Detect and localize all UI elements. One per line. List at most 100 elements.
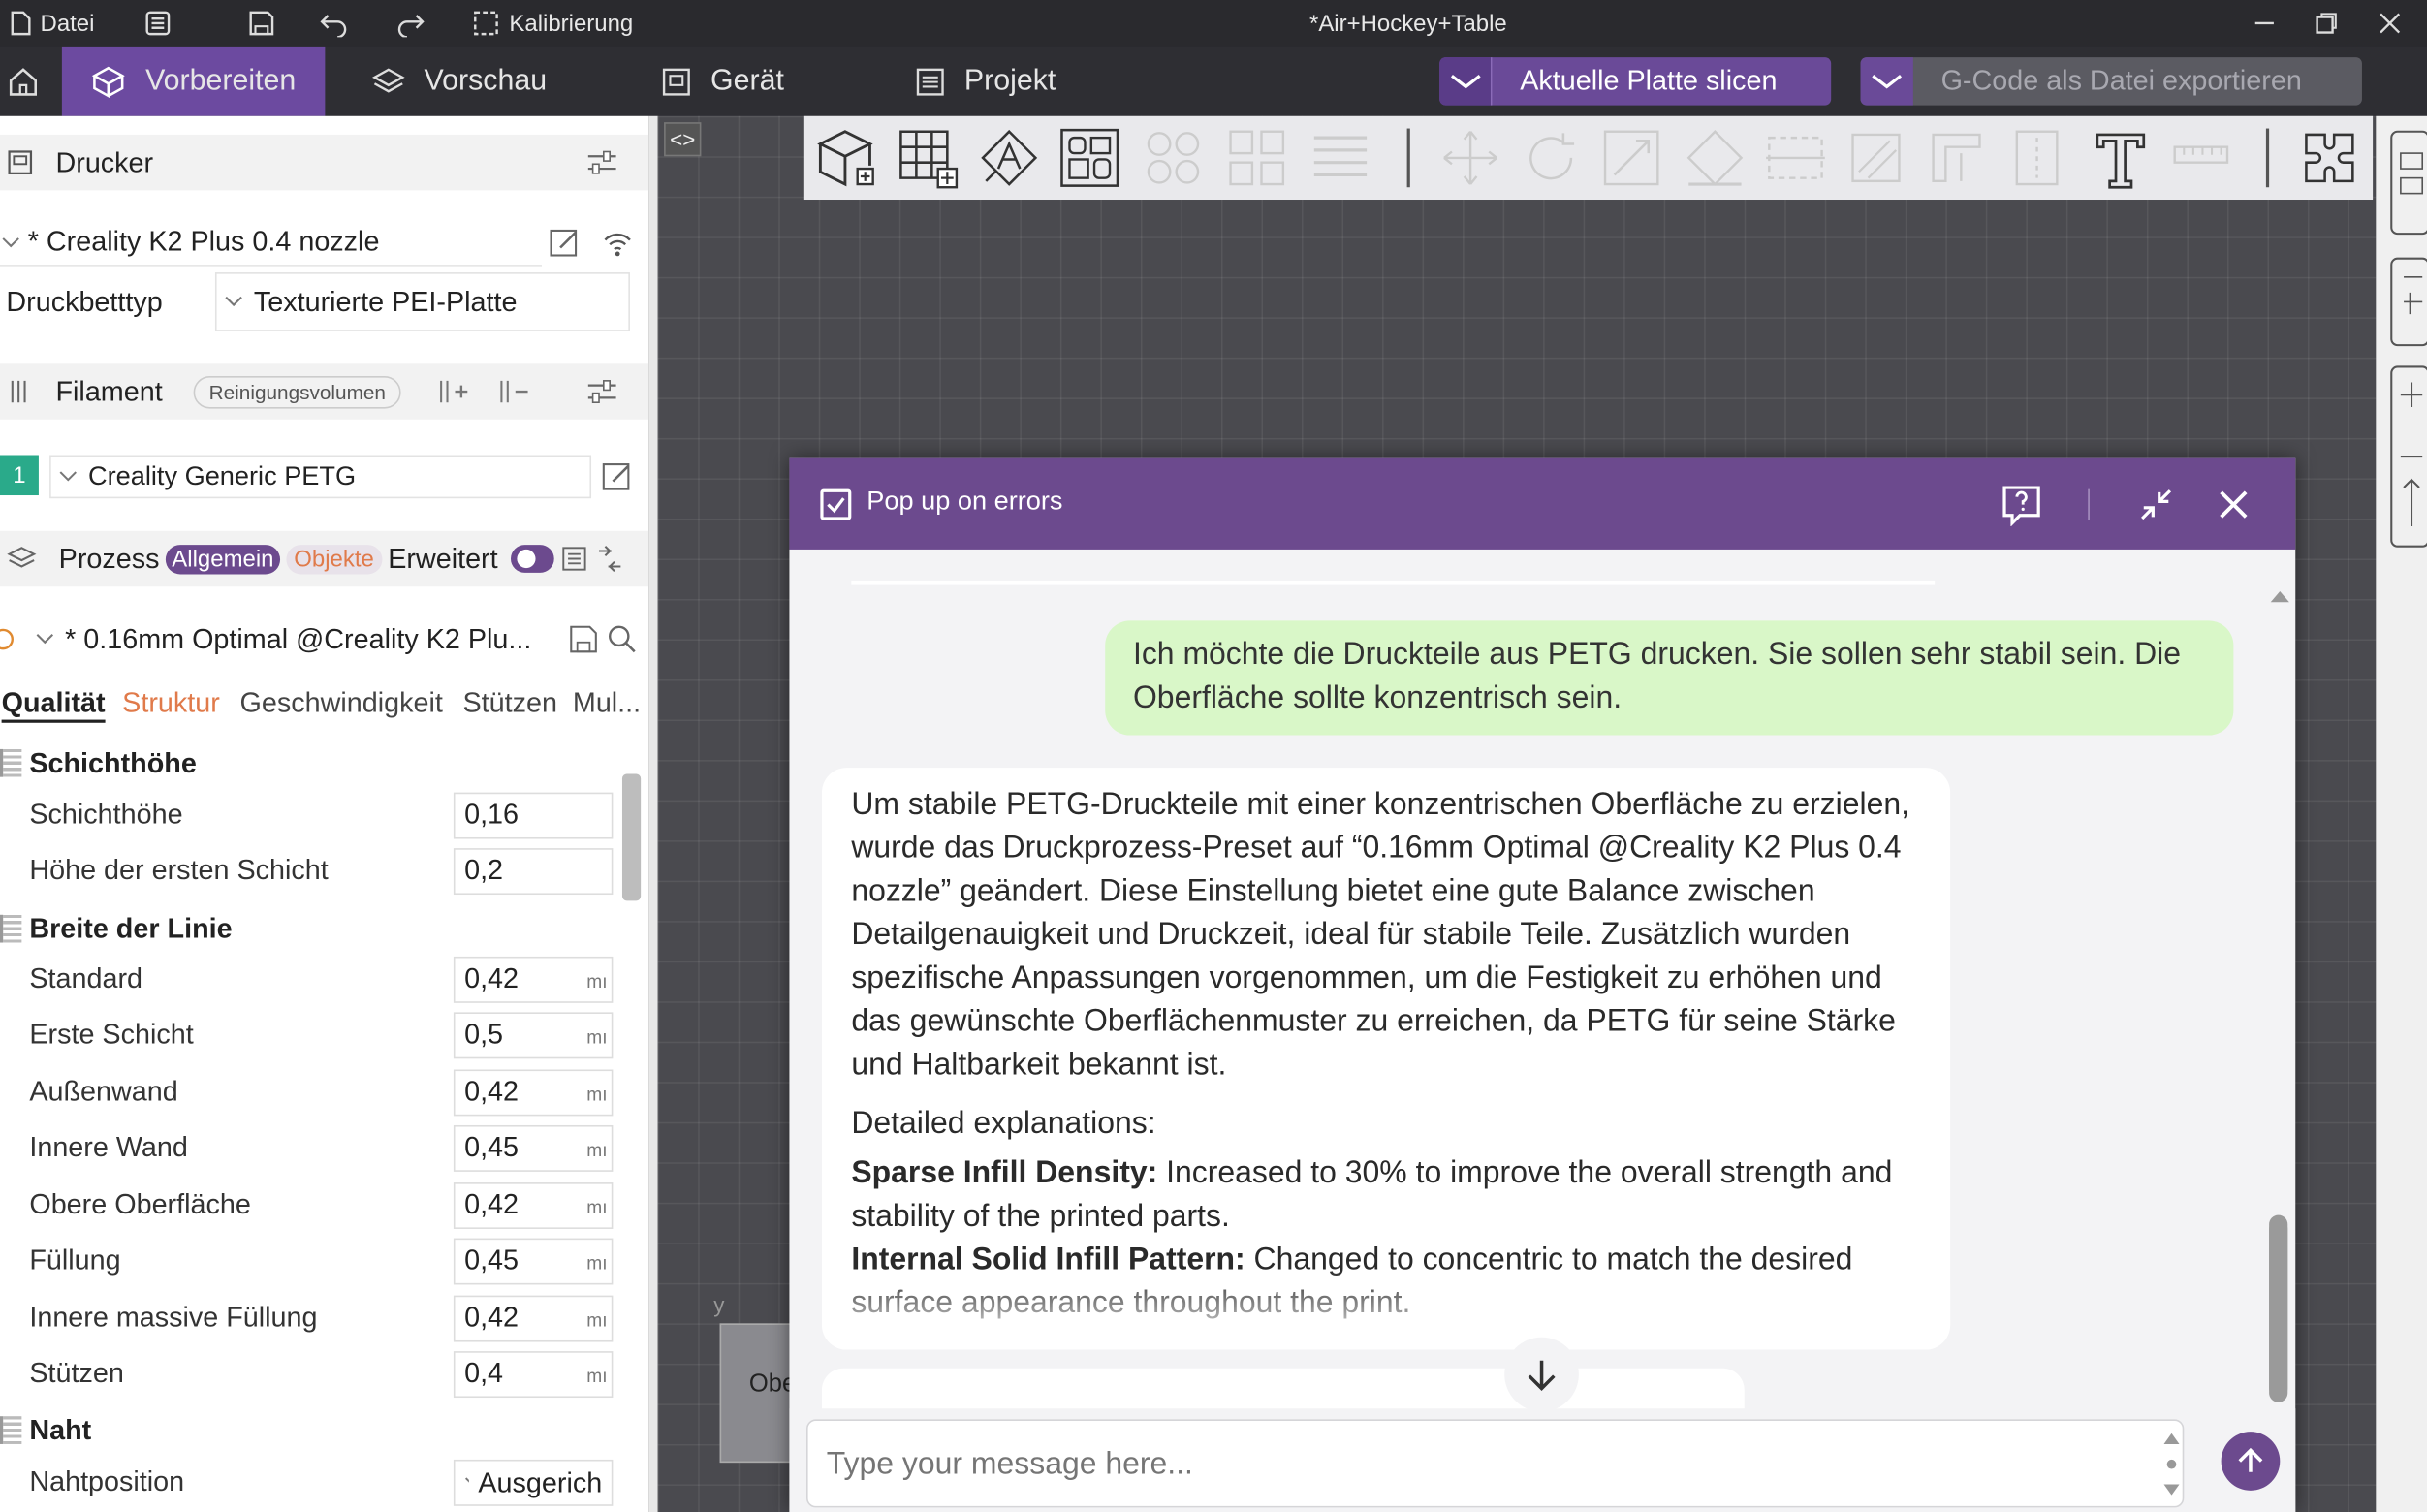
- settings-sliders-icon[interactable]: [585, 147, 619, 178]
- collapse-sidebar-icon[interactable]: <>: [664, 122, 702, 157]
- setting-row: Außenwand 0,42 mı: [0, 1066, 619, 1121]
- seam-position-select[interactable]: Ausgerich: [453, 1459, 614, 1506]
- arrange-icon[interactable]: [1057, 125, 1122, 190]
- filament-row: 1 Creality Generic PETG: [0, 455, 648, 499]
- restore-icon[interactable]: [2314, 0, 2339, 47]
- redo-icon[interactable]: [394, 0, 426, 47]
- edit-icon[interactable]: [548, 226, 582, 260]
- chat-scrollbar[interactable]: [2269, 1214, 2288, 1399]
- tab-label: Gerät: [709, 64, 784, 97]
- setting-row: Standard 0,42 mı: [0, 954, 619, 1009]
- message-input-box[interactable]: [806, 1419, 2185, 1508]
- export-label: G-Code als Datei exportieren: [1940, 65, 2302, 97]
- filament-select[interactable]: Creality Generic PETG: [49, 455, 592, 499]
- tab-vorschau[interactable]: Vorschau: [371, 47, 547, 116]
- undo-icon[interactable]: [319, 0, 350, 47]
- setting-row: Obere Oberfläche 0,42 mı: [0, 1180, 619, 1235]
- auto-orient-icon[interactable]: [977, 125, 1042, 190]
- add-filament-icon[interactable]: [436, 376, 470, 407]
- chevron-down-icon[interactable]: [1439, 57, 1493, 106]
- wifi-icon[interactable]: [601, 226, 635, 260]
- setting-row: Füllung 0,45 mı: [0, 1235, 619, 1290]
- chevron-down-icon[interactable]: [1860, 57, 1913, 106]
- mode-objects-toggle[interactable]: Objekte: [286, 544, 382, 574]
- export-gcode-button[interactable]: G-Code als Datei exportieren: [1860, 57, 2362, 106]
- menu-list-icon[interactable]: [144, 0, 173, 47]
- printer-icon: [8, 150, 33, 174]
- minimize-dialog-icon[interactable]: [2136, 485, 2177, 525]
- explanations-title: Detailed explanations:: [851, 1106, 1156, 1141]
- tab-label: Projekt: [963, 64, 1056, 97]
- chevron-down-icon: [59, 471, 77, 482]
- window-title: *Air+Hockey+Table: [1309, 10, 1507, 37]
- toolbar-divider: [1406, 128, 1410, 188]
- close-window-icon[interactable]: [2378, 0, 2403, 47]
- group-icon: [0, 1416, 22, 1444]
- scrollbar-thumb[interactable]: [621, 773, 642, 901]
- header-divider: [2088, 488, 2090, 520]
- view-tools-icon[interactable]: [2388, 129, 2427, 237]
- subtab-speed[interactable]: Geschwindigkeit: [240, 687, 443, 720]
- text-icon[interactable]: [2088, 125, 2153, 190]
- scroll-to-bottom-button[interactable]: [1504, 1337, 1579, 1412]
- gizmo-tools-icon[interactable]: [2388, 363, 2427, 550]
- help-icon[interactable]: [2000, 483, 2043, 526]
- message-fade: [821, 1269, 1951, 1350]
- group-title: Naht: [29, 1413, 92, 1445]
- settings-sliders-icon[interactable]: [585, 376, 619, 407]
- mode-general-toggle[interactable]: Allgemein: [165, 544, 280, 574]
- printer-select[interactable]: * Creality K2 Plus 0.4 nozzle: [0, 220, 542, 267]
- tab-vorbereiten[interactable]: Vorbereiten: [61, 46, 326, 116]
- list-icon[interactable]: [559, 545, 587, 573]
- calibration-menu[interactable]: Kalibrierung: [472, 0, 633, 47]
- advanced-toggle[interactable]: [510, 545, 554, 573]
- setting-row: Schichthöhe 0,16: [0, 789, 619, 844]
- subtab-support[interactable]: Stützen: [462, 687, 556, 720]
- subtab-multi[interactable]: Mul...: [573, 687, 641, 720]
- bed-type-label: Druckbetttyp: [6, 285, 163, 317]
- filament-section-title: Filament: [55, 375, 163, 407]
- input-scroll-icon[interactable]: [2160, 1429, 2182, 1499]
- filament-slot-badge[interactable]: 1: [0, 455, 39, 496]
- assemble-icon[interactable]: [2297, 125, 2362, 190]
- add-plate-icon[interactable]: [895, 125, 960, 190]
- slice-plate-button[interactable]: Aktuelle Platte slicen: [1439, 57, 1832, 106]
- process-preset-name: * 0.16mm Optimal @Creality K2 Plu...: [65, 622, 532, 654]
- purge-volume-button[interactable]: Reinigungsvolumen: [193, 375, 401, 408]
- process-layers-icon: [7, 547, 37, 568]
- process-preset-select[interactable]: * 0.16mm Optimal @Creality K2 Plu...: [28, 617, 554, 661]
- chevron-down-icon: [36, 634, 54, 645]
- subtab-structure[interactable]: Struktur: [122, 687, 220, 720]
- camera-tools-icon[interactable]: [2388, 255, 2427, 348]
- process-preset-row: * 0.16mm Optimal @Creality K2 Plu...: [0, 617, 648, 661]
- tab-projekt[interactable]: Projekt: [915, 47, 1056, 116]
- add-object-icon[interactable]: [814, 125, 876, 190]
- right-toolstrip: [2376, 115, 2427, 1512]
- compare-icon[interactable]: [594, 544, 625, 575]
- settings-panel: Drucker * Creality K2 Plus 0.4 nozzle Dr…: [0, 115, 649, 1512]
- printer-section-title: Drucker: [55, 145, 154, 177]
- setting-value-input[interactable]: 0,2: [453, 848, 614, 896]
- search-icon[interactable]: [607, 624, 638, 655]
- home-icon[interactable]: [0, 47, 47, 116]
- panel-splitter[interactable]: [648, 115, 658, 1512]
- setting-value-input[interactable]: 0,16: [453, 792, 614, 839]
- group-icon: [0, 748, 22, 777]
- save-preset-icon[interactable]: [568, 624, 599, 655]
- edit-icon[interactable]: [601, 459, 635, 493]
- popup-errors-checkbox[interactable]: [820, 488, 852, 520]
- filament-name: Creality Generic PETG: [88, 460, 357, 491]
- remove-filament-icon[interactable]: [497, 376, 531, 407]
- subtab-quality[interactable]: Qualität: [1, 687, 106, 723]
- close-dialog-icon[interactable]: [2215, 486, 2252, 522]
- send-button[interactable]: [2221, 1432, 2281, 1491]
- bed-type-select[interactable]: Texturierte PEI-Platte: [214, 272, 630, 331]
- save-icon[interactable]: [248, 0, 276, 47]
- scroll-up-arrow-icon[interactable]: [2269, 588, 2290, 604]
- file-menu[interactable]: Datei: [10, 0, 94, 47]
- message-input[interactable]: [826, 1435, 2128, 1493]
- tab-geraet[interactable]: Gerät: [661, 47, 784, 116]
- setting-name: Füllung: [29, 1244, 121, 1276]
- minimize-icon[interactable]: [2253, 0, 2278, 47]
- filament-section-header: Filament Reinigungsvolumen: [0, 363, 649, 420]
